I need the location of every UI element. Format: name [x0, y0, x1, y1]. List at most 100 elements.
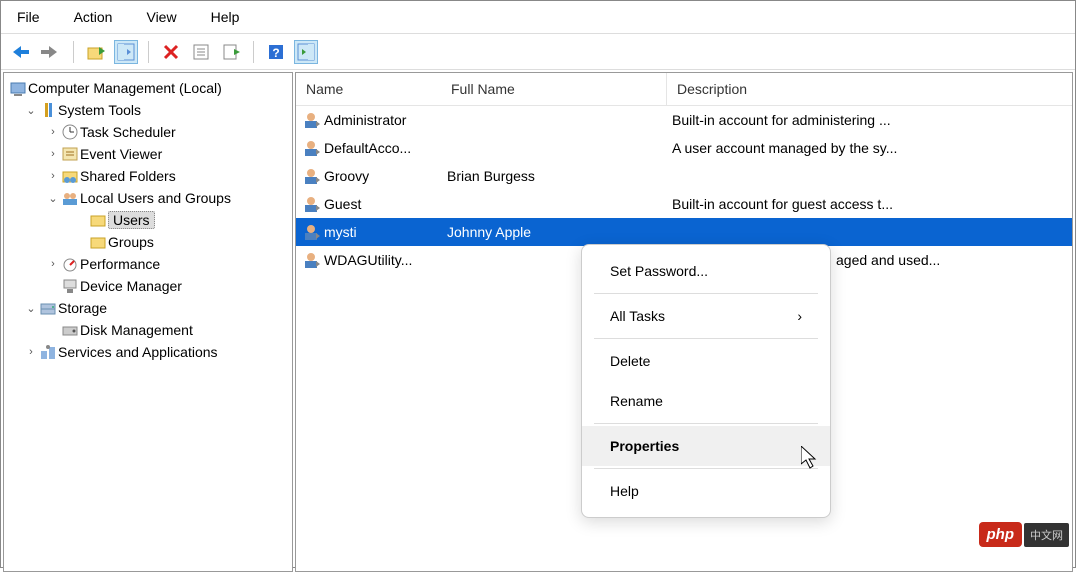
user-name: DefaultAcco...: [324, 140, 411, 156]
menu-item-help[interactable]: Help: [582, 471, 830, 511]
tree-label: Device Manager: [80, 278, 182, 294]
expand-icon[interactable]: ›: [46, 148, 60, 160]
user-icon: [302, 139, 320, 157]
tree-label: Computer Management (Local): [28, 80, 222, 96]
menu-item-label: Properties: [610, 438, 679, 454]
tree-item-task-scheduler[interactable]: › Task Scheduler: [4, 121, 292, 143]
tree-item-event-viewer[interactable]: › Event Viewer: [4, 143, 292, 165]
user-row[interactable]: AdministratorBuilt-in account for admini…: [296, 106, 1072, 134]
delete-button[interactable]: [159, 40, 183, 64]
menu-help[interactable]: Help: [203, 5, 248, 29]
menu-action[interactable]: Action: [66, 5, 121, 29]
tree-label: Performance: [80, 256, 160, 272]
toolbar-separator: [148, 41, 149, 63]
watermark-badge: php: [979, 522, 1023, 547]
show-hide-tree-button[interactable]: [114, 40, 138, 64]
menu-item-properties[interactable]: Properties: [582, 426, 830, 466]
svg-text:?: ?: [272, 46, 279, 60]
help-button[interactable]: ?: [264, 40, 288, 64]
tree-label: Storage: [58, 300, 107, 316]
tree-label: Services and Applications: [58, 344, 218, 360]
user-row[interactable]: GroovyBrian Burgess: [296, 162, 1072, 190]
menu-item-rename[interactable]: Rename: [582, 381, 830, 421]
tree-label: System Tools: [58, 102, 141, 118]
expand-icon[interactable]: ›: [24, 346, 38, 358]
shared-folder-icon: [60, 167, 80, 185]
tree-root[interactable]: Computer Management (Local): [4, 77, 292, 99]
tree-item-services-applications[interactable]: › Services and Applications: [4, 341, 292, 363]
user-name: Guest: [324, 196, 361, 212]
user-icon: [302, 167, 320, 185]
tree-item-local-users-groups[interactable]: ⌄ Local Users and Groups: [4, 187, 292, 209]
expand-icon[interactable]: ›: [46, 258, 60, 270]
tree-item-storage[interactable]: ⌄ Storage: [4, 297, 292, 319]
toolbar: ?: [1, 34, 1075, 70]
menu-separator: [594, 423, 818, 424]
user-fullname: [441, 146, 666, 150]
menu-item-set-password-[interactable]: Set Password...: [582, 251, 830, 291]
menu-item-all-tasks[interactable]: All Tasks ›: [582, 296, 830, 336]
tree-item-shared-folders[interactable]: › Shared Folders: [4, 165, 292, 187]
tree-item-device-manager[interactable]: Device Manager: [4, 275, 292, 297]
toolbar-separator: [253, 41, 254, 63]
services-icon: [38, 343, 58, 361]
content-area: Computer Management (Local) ⌄ System Too…: [1, 70, 1075, 574]
users-icon: [60, 189, 80, 207]
folder-icon: [88, 233, 108, 251]
performance-icon: [60, 255, 80, 273]
tree-item-groups[interactable]: Groups: [4, 231, 292, 253]
tree-item-users[interactable]: Users: [4, 209, 292, 231]
collapse-icon[interactable]: ⌄: [46, 192, 60, 205]
tree-label: Event Viewer: [80, 146, 162, 162]
tree-label: Shared Folders: [80, 168, 176, 184]
tree-item-performance[interactable]: › Performance: [4, 253, 292, 275]
toolbar-separator: [73, 41, 74, 63]
menu-bar: File Action View Help: [1, 1, 1075, 34]
menu-item-label: Rename: [610, 393, 663, 409]
back-button[interactable]: [9, 40, 33, 64]
tree-label: Local Users and Groups: [80, 190, 231, 206]
user-row[interactable]: mystiJohnny Apple: [296, 218, 1072, 246]
column-fullname[interactable]: Full Name: [441, 73, 666, 105]
menu-separator: [594, 338, 818, 339]
user-fullname: Brian Burgess: [441, 166, 666, 186]
user-icon: [302, 223, 320, 241]
expand-icon[interactable]: ›: [46, 170, 60, 182]
tree-item-system-tools[interactable]: ⌄ System Tools: [4, 99, 292, 121]
collapse-icon[interactable]: ⌄: [24, 302, 38, 315]
storage-icon: [38, 299, 58, 317]
user-icon: [302, 111, 320, 129]
up-button[interactable]: [84, 40, 108, 64]
menu-item-label: All Tasks: [610, 308, 665, 324]
tools-icon: [38, 101, 58, 119]
column-description[interactable]: Description: [666, 73, 1072, 105]
device-icon: [60, 277, 80, 295]
user-name: mysti: [324, 224, 357, 240]
column-name[interactable]: Name: [296, 73, 441, 105]
user-description: [666, 174, 1072, 178]
menu-file[interactable]: File: [9, 5, 48, 29]
expand-icon[interactable]: ›: [46, 126, 60, 138]
user-description: Built-in account for guest access t...: [666, 194, 1072, 214]
tree-label: Task Scheduler: [80, 124, 176, 140]
submenu-arrow-icon: ›: [797, 308, 802, 324]
clock-icon: [60, 123, 80, 141]
user-fullname: [441, 202, 666, 206]
user-description: A user account managed by the sy...: [666, 138, 1072, 158]
user-row[interactable]: DefaultAcco... A user account managed by …: [296, 134, 1072, 162]
user-description: [666, 230, 1072, 234]
event-icon: [60, 145, 80, 163]
export-button[interactable]: [219, 40, 243, 64]
tree-panel[interactable]: Computer Management (Local) ⌄ System Too…: [3, 72, 293, 572]
cursor-icon: [801, 446, 819, 470]
disk-icon: [60, 321, 80, 339]
user-row[interactable]: Guest Built-in account for guest access t…: [296, 190, 1072, 218]
folder-icon: [88, 211, 108, 229]
menu-item-delete[interactable]: Delete: [582, 341, 830, 381]
menu-view[interactable]: View: [138, 5, 184, 29]
collapse-icon[interactable]: ⌄: [24, 104, 38, 117]
tree-item-disk-management[interactable]: Disk Management: [4, 319, 292, 341]
action-pane-button[interactable]: [294, 40, 318, 64]
forward-button[interactable]: [39, 40, 63, 64]
properties-button[interactable]: [189, 40, 213, 64]
